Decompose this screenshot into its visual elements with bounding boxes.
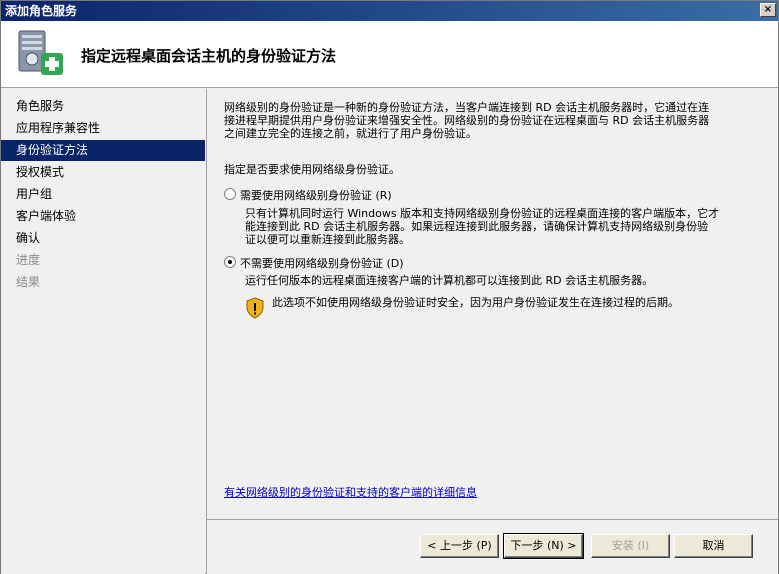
step-client-experience[interactable]: 客户端体验 <box>1 206 205 227</box>
wizard-footer: < 上一步 (P) 下一步 (N) > 安装 (I) 取消 <box>206 519 778 574</box>
add-role-services-window: 添加角色服务 × 指定远程桌面会话主机的身份验证方法 角色服务 应用程序兼容性 … <box>0 0 779 574</box>
shield-warning-icon <box>246 297 264 319</box>
radio-require-nla[interactable] <box>224 188 236 200</box>
step-confirmation[interactable]: 确认 <box>1 228 205 249</box>
step-progress: 进度 <box>16 253 41 267</box>
radio-no-nla[interactable] <box>224 256 236 268</box>
window-title: 添加角色服务 <box>5 4 78 18</box>
intro-text: 网络级别的身份验证是一种新的身份验证方法，当客户端连接到 RD 会话主机服务器时… <box>224 101 758 140</box>
wizard-steps: 角色服务 应用程序兼容性 身份验证方法 授权模式 用户组 客户端体验 确认 进度… <box>1 89 205 574</box>
step-results: 结果 <box>16 275 41 289</box>
option1-desc-line: 证以便可以重新连接到此服务器。 <box>245 233 410 246</box>
warning-text: 此选项不如使用网络级身份验证时安全，因为用户身份验证发生在连接过程的后期。 <box>272 296 679 309</box>
step-user-groups[interactable]: 用户组 <box>1 184 205 205</box>
option1-description: 只有计算机同时运行 Windows 版本和支持网络级别身份验证的远程桌面连接的客… <box>245 207 759 246</box>
install-button: 安装 (I) <box>591 534 670 558</box>
close-button[interactable]: × <box>760 3 776 17</box>
step-app-compatibility[interactable]: 应用程序兼容性 <box>1 118 205 139</box>
title-bar: 添加角色服务 × <box>1 1 778 21</box>
intro-line: 接进程早期提供用户身份验证来增强安全性。网络级别的身份验证在远程桌面与 RD 会… <box>224 114 710 127</box>
option1-desc-line: 能连接到此 RD 会话主机服务器。如果远程连接到此服务器，请确保计算机支持网络级… <box>245 220 709 233</box>
intro-line: 网络级别的身份验证是一种新的身份验证方法，当客户端连接到 RD 会话主机服务器时… <box>224 101 710 114</box>
step-role-services[interactable]: 角色服务 <box>1 96 205 117</box>
intro-line: 之间建立完全的连接之前，就进行了用户身份验证。 <box>224 127 477 140</box>
radio-no-nla-label[interactable]: 不需要使用网络级别身份验证 (D) <box>240 255 404 271</box>
page-title: 指定远程桌面会话主机的身份验证方法 <box>81 47 337 65</box>
step-licensing-mode[interactable]: 授权模式 <box>1 162 205 183</box>
next-button[interactable]: 下一步 (N) > <box>503 533 584 559</box>
back-button[interactable]: < 上一步 (P) <box>420 534 499 558</box>
wizard-header: 指定远程桌面会话主机的身份验证方法 <box>1 21 778 88</box>
step-authentication-method[interactable]: 身份验证方法 <box>1 140 205 161</box>
option2-description: 运行任何版本的远程桌面连接客户端的计算机都可以连接到此 RD 会话主机服务器。 <box>245 274 654 287</box>
option1-desc-line: 只有计算机同时运行 Windows 版本和支持网络级别身份验证的远程桌面连接的客… <box>245 207 720 220</box>
server-add-icon <box>18 30 63 75</box>
radio-require-nla-label[interactable]: 需要使用网络级别身份验证 (R) <box>240 187 392 203</box>
nla-info-link[interactable]: 有关网络级别的身份验证和支持的客户端的详细信息 <box>224 484 477 500</box>
content-pane: 网络级别的身份验证是一种新的身份验证方法，当客户端连接到 RD 会话主机服务器时… <box>206 89 778 519</box>
prompt-text: 指定是否要求使用网络级身份验证。 <box>224 163 400 176</box>
cancel-button[interactable]: 取消 <box>674 534 753 558</box>
